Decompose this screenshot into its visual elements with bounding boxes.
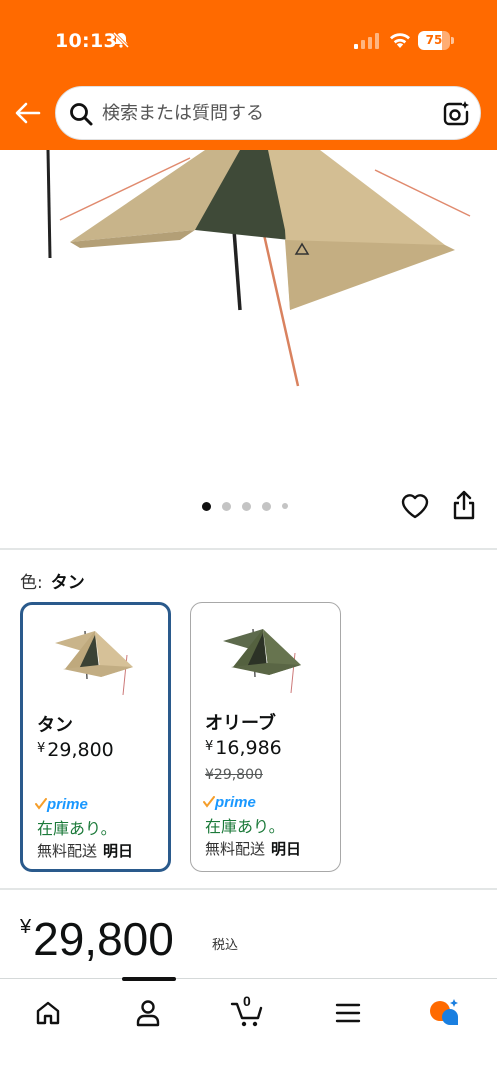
stock-status: 在庫あり。 — [37, 819, 117, 838]
option-price: ¥29,800 — [37, 739, 114, 761]
option-name: オリーブ — [205, 713, 276, 734]
prime-badge: prime — [35, 794, 95, 813]
color-option-tan[interactable]: タン ¥29,800 prime 在庫あり。 無料配送 明日 — [20, 602, 171, 872]
color-label: 色: — [20, 573, 43, 593]
olive-tent-thumbnail — [223, 628, 301, 694]
carousel-dot[interactable] — [262, 501, 271, 511]
search-input[interactable] — [102, 87, 422, 139]
prime-check-icon — [203, 796, 215, 808]
active-tab-indicator — [122, 977, 176, 981]
battery-indicator: 75 — [418, 31, 454, 50]
silent-bell-icon — [112, 31, 130, 49]
product-price: ¥29,800 — [20, 913, 174, 965]
color-selection-label: 色: タン — [20, 568, 85, 593]
app-header: 10:13 75 — [0, 0, 497, 150]
carousel-dot[interactable] — [222, 501, 231, 511]
back-button[interactable] — [13, 98, 43, 128]
tax-label: 税込 — [212, 938, 239, 953]
option-name: タン — [37, 715, 73, 736]
home-icon — [36, 1001, 60, 1025]
product-image[interactable] — [0, 150, 497, 480]
selected-color: タン — [50, 573, 85, 593]
rufus-icon — [430, 999, 458, 1025]
tan-tent-thumbnail — [55, 630, 133, 696]
option-original-price: ¥29,800 — [205, 767, 263, 783]
carousel-dot[interactable] — [242, 501, 251, 511]
status-time: 10:13 — [55, 30, 117, 52]
nav-menu[interactable] — [328, 993, 368, 1033]
account-icon — [136, 1000, 160, 1027]
prime-badge: prime — [203, 792, 263, 811]
carousel-dot[interactable] — [282, 503, 288, 509]
heart-icon[interactable] — [400, 491, 430, 519]
share-icon[interactable] — [451, 490, 477, 520]
image-carousel-indicator[interactable] — [202, 500, 288, 512]
color-option-olive[interactable]: オリーブ ¥16,986 ¥29,800 prime 在庫あり。 無料配送 明日 — [190, 602, 341, 872]
section-divider — [0, 548, 497, 550]
nav-cart[interactable]: 0 — [228, 993, 268, 1033]
search-icon — [70, 103, 93, 126]
battery-level-text: 75 — [425, 33, 443, 47]
cellular-signal-icon — [354, 33, 379, 49]
search-bar[interactable] — [55, 86, 481, 140]
menu-icon — [335, 1003, 361, 1023]
stock-status: 在庫あり。 — [205, 817, 285, 836]
nav-home[interactable] — [28, 993, 68, 1033]
camera-search-icon[interactable] — [442, 100, 470, 128]
wifi-icon — [390, 33, 410, 48]
delivery-info: 無料配送 明日 — [37, 842, 134, 860]
back-arrow-icon — [15, 102, 41, 124]
carousel-dot[interactable] — [202, 501, 211, 511]
section-divider — [0, 888, 497, 890]
option-price: ¥16,986 — [205, 737, 282, 759]
cart-count: 0 — [243, 993, 251, 1009]
delivery-info: 無料配送 明日 — [205, 840, 302, 858]
status-bar: 10:13 75 — [0, 0, 497, 80]
nav-account[interactable] — [128, 993, 168, 1033]
nav-rufus[interactable] — [424, 993, 464, 1033]
bottom-navigation: 0 — [0, 977, 497, 1080]
prime-check-icon — [35, 798, 47, 810]
tent-photo — [46, 150, 471, 387]
